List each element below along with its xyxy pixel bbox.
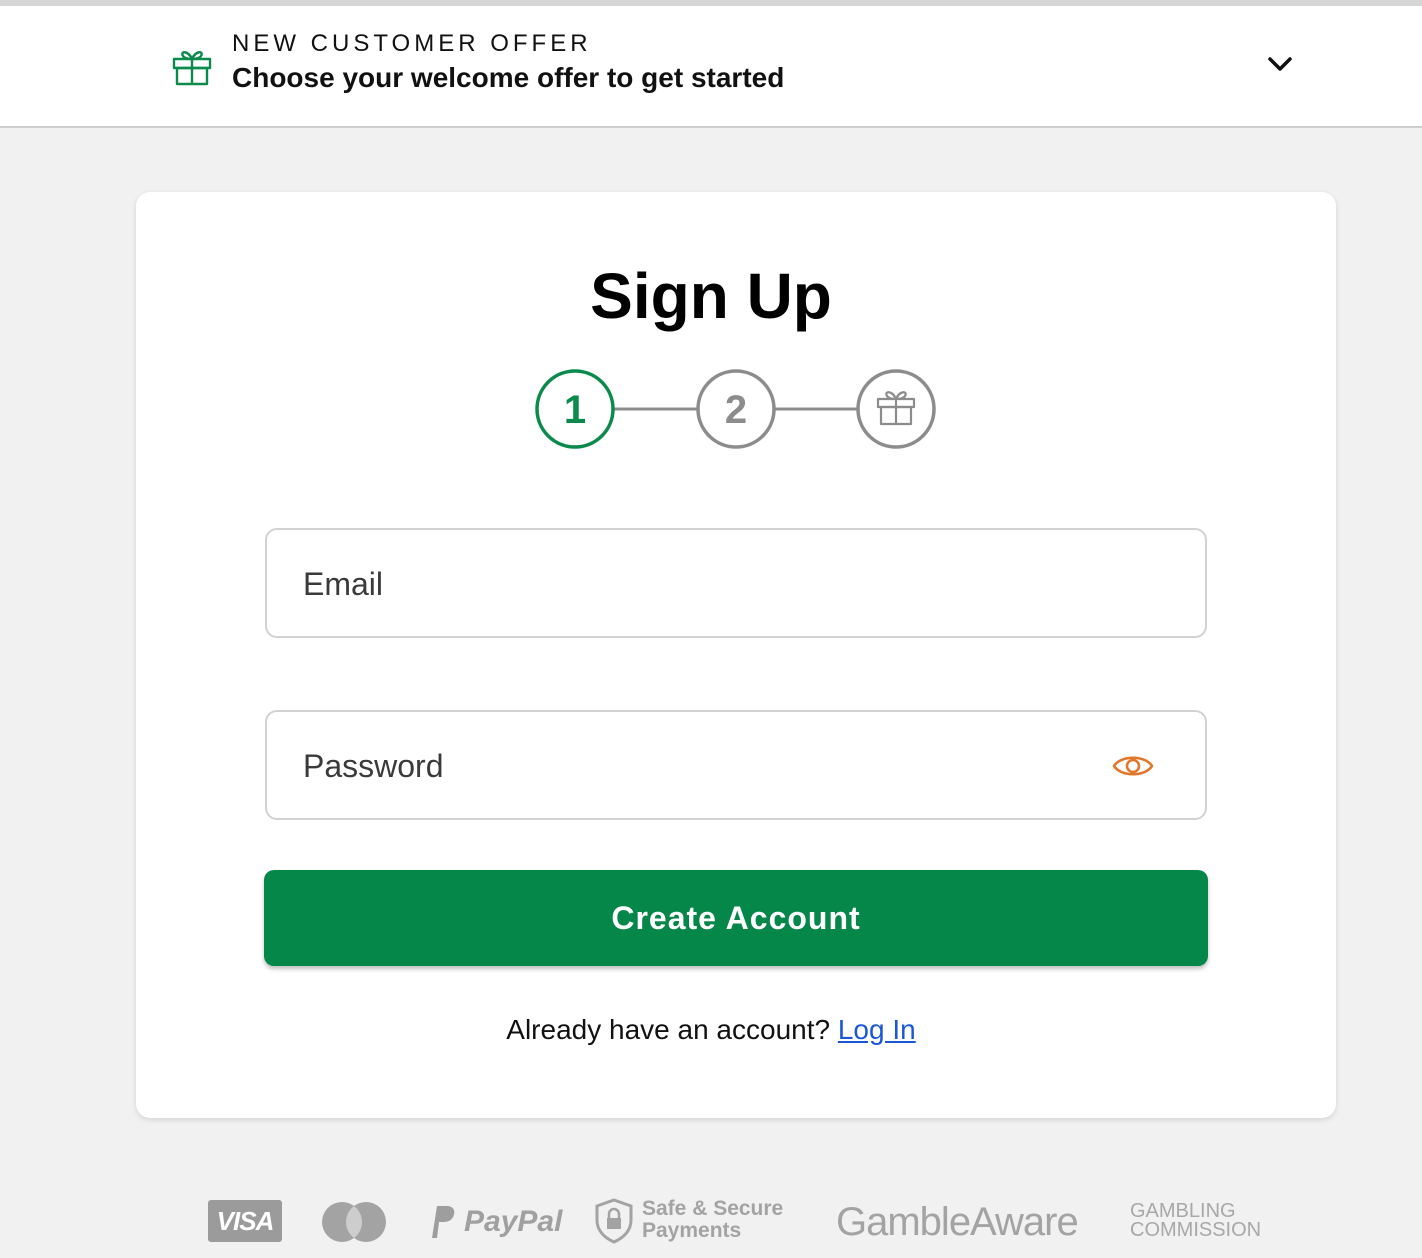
email-field[interactable]: [265, 528, 1207, 638]
step-2-label: 2: [725, 388, 747, 432]
gift-icon: [172, 51, 212, 86]
offer-kicker: NEW CUSTOMER OFFER: [232, 30, 592, 57]
signup-stepper: 1 2: [535, 369, 936, 449]
gambling-commission-logo: GAMBLING COMMISSION: [1130, 1201, 1280, 1241]
gambling-commission-line2: COMMISSION: [1130, 1219, 1262, 1241]
mastercard-logo: [322, 1202, 386, 1242]
offer-banner[interactable]: NEW CUSTOMER OFFER Choose your welcome o…: [0, 6, 1422, 128]
safe-secure-line1: Safe & Secure: [642, 1197, 784, 1220]
visa-logo-text: VISA: [216, 1206, 275, 1236]
step-1-label: 1: [564, 388, 586, 432]
step-1: 1: [535, 369, 615, 449]
footer-logos: VISA PayPal Safe & Secure Payments Gambl…: [0, 1190, 1422, 1258]
login-prompt-row: Already have an account? Log In: [0, 1014, 1422, 1046]
offer-title: Choose your welcome offer to get started: [232, 62, 785, 93]
login-prompt: Already have an account?: [506, 1014, 831, 1045]
step-3: [856, 369, 936, 449]
visa-logo: VISA: [208, 1200, 282, 1242]
paypal-logo-text: PayPal: [464, 1205, 563, 1238]
login-link[interactable]: Log In: [838, 1014, 916, 1045]
create-account-button[interactable]: Create Account: [264, 870, 1208, 966]
chevron-down-icon[interactable]: [1264, 50, 1296, 78]
password-field[interactable]: [265, 710, 1207, 820]
paypal-icon: [432, 1206, 455, 1238]
step-2: 2: [696, 369, 776, 449]
gambleaware-logo: GambleAware: [836, 1200, 1079, 1244]
eye-icon[interactable]: [1111, 750, 1155, 782]
email-input[interactable]: [301, 530, 1065, 638]
safe-secure-logo: Safe & Secure Payments: [594, 1196, 794, 1248]
password-input[interactable]: [301, 712, 1065, 820]
page-title: Sign Up: [590, 260, 832, 332]
shield-lock-icon: [595, 1198, 633, 1244]
safe-secure-line2: Payments: [642, 1219, 742, 1242]
